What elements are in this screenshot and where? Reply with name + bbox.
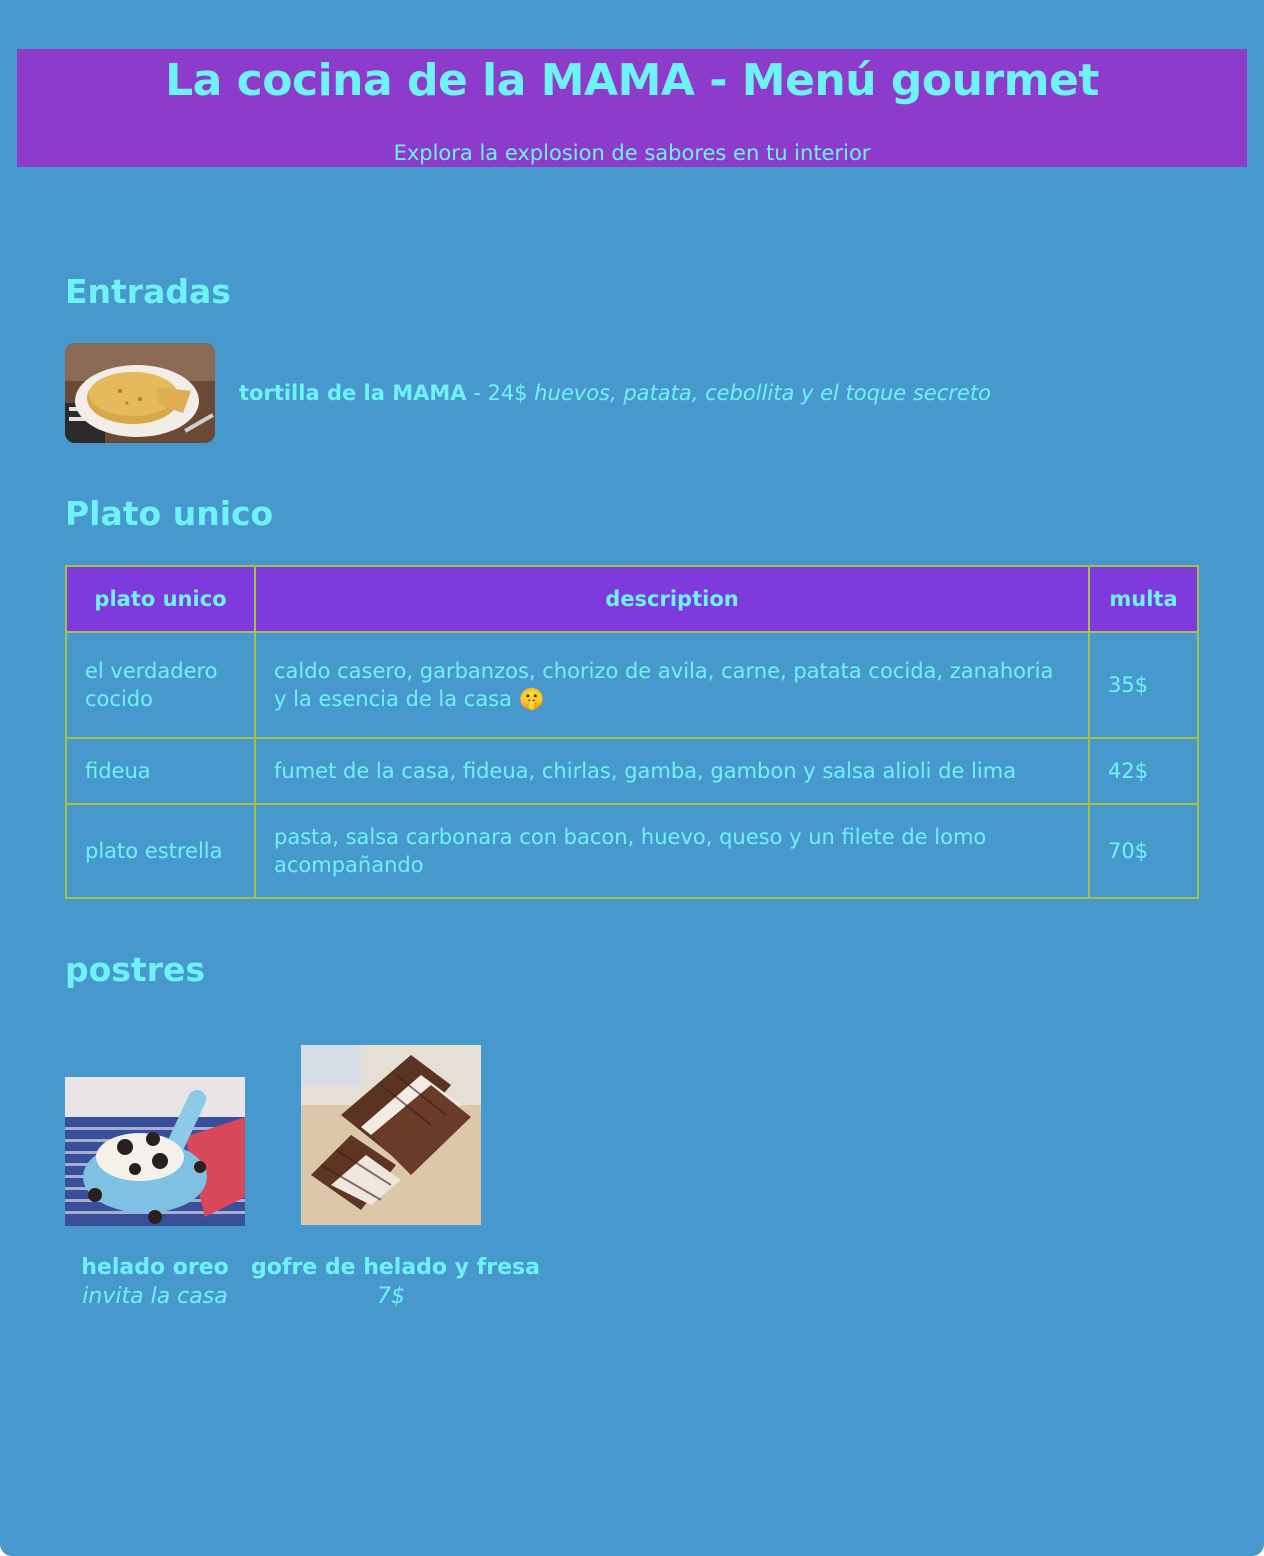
gofre-image [301, 1045, 481, 1225]
helado-oreo-image [65, 1077, 245, 1226]
section-title-plato-unico: Plato unico [65, 494, 274, 533]
dish-price: 35$ [1088, 631, 1199, 739]
postre-price: invita la casa [82, 1284, 228, 1309]
dish-description: pasta, salsa carbonara con bacon, huevo,… [254, 803, 1090, 899]
entrada-item: tortilla de la MAMA - 24$ huevos, patata… [65, 343, 991, 443]
entrada-separator: - [466, 381, 488, 405]
entrada-name: tortilla de la MAMA [239, 381, 467, 405]
dish-price: 70$ [1088, 803, 1199, 899]
table-row: el verdadero cocido caldo casero, garban… [65, 631, 1199, 739]
menu-page: La cocina de la MAMA - Menú gourmet Expl… [0, 0, 1264, 1556]
section-title-postres: postres [65, 950, 206, 989]
dish-name: plato estrella [65, 803, 256, 899]
postre-price: 7$ [377, 1284, 405, 1309]
dish-name: el verdadero cocido [65, 631, 256, 739]
dish-name: fideua [65, 737, 256, 805]
table-row: plato estrella pasta, salsa carbonara co… [65, 803, 1199, 899]
column-header-plato: plato unico [65, 565, 256, 633]
table-header-row: plato unico description multa [65, 565, 1199, 633]
dish-description: fumet de la casa, fideua, chirlas, gamba… [254, 737, 1090, 805]
postre-name: helado oreo [81, 1255, 229, 1280]
section-title-entradas: Entradas [65, 272, 231, 311]
column-header-description: description [254, 565, 1090, 633]
tortilla-image [65, 343, 215, 443]
column-header-multa: multa [1088, 565, 1199, 633]
dish-description: caldo casero, garbanzos, chorizo de avil… [254, 631, 1090, 739]
page-title: La cocina de la MAMA - Menú gourmet [165, 55, 1099, 106]
entrada-description: huevos, patata, cebollita y el toque sec… [534, 381, 991, 405]
postre-name: gofre de helado y fresa [251, 1255, 540, 1280]
dish-price: 42$ [1088, 737, 1199, 805]
page-header: La cocina de la MAMA - Menú gourmet Expl… [17, 49, 1247, 167]
plato-unico-table: plato unico description multa el verdade… [65, 565, 1199, 899]
postre-item: helado oreo invita la casa [65, 1253, 245, 1311]
entrada-price: 24$ [487, 381, 528, 405]
entrada-text: tortilla de la MAMA - 24$ huevos, patata… [239, 379, 991, 407]
table-row: fideua fumet de la casa, fideua, chirlas… [65, 737, 1199, 805]
page-subtitle: Explora la explosion de sabores en tu in… [393, 141, 871, 165]
postre-item: gofre de helado y fresa 7$ [251, 1253, 540, 1311]
